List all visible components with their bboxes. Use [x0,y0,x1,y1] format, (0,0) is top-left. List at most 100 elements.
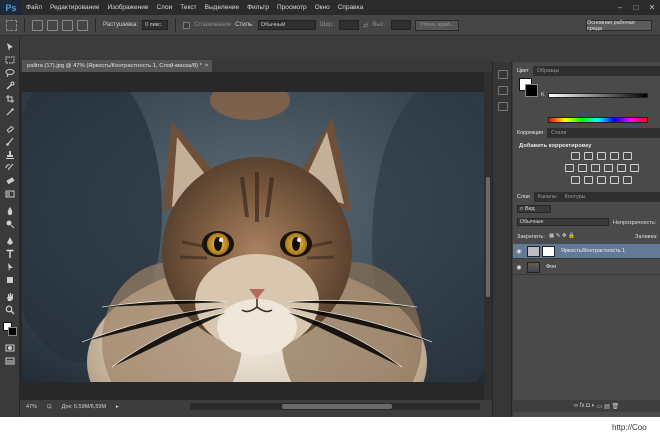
vertical-scrollbar[interactable] [484,72,492,400]
link-layers-icon[interactable]: ∞ [574,403,578,409]
layer-row[interactable]: ◉ Яркость/Контрастность 1 [513,244,660,259]
antialias-checkbox[interactable] [183,21,191,29]
clone-stamp-tool-icon[interactable] [3,149,17,161]
status-menu-arrow-icon[interactable]: ▸ [116,404,119,410]
color-spectrum-ramp[interactable] [548,117,648,123]
move-tool-icon[interactable] [3,41,17,53]
color-lookup-icon[interactable] [630,164,639,172]
horizontal-scrollbar[interactable] [190,403,480,410]
maximize-button[interactable]: □ [628,0,644,15]
tab-swatches[interactable]: Образцы [533,66,563,76]
menu-file[interactable]: Файл [22,4,46,11]
lock-icons[interactable]: ▦ ✎ ✥ 🔒 [549,233,575,239]
add-mask-icon[interactable]: ◘ [586,403,590,409]
zoom-tool-icon[interactable] [3,304,17,316]
layer-row[interactable]: ◉ Фон [513,260,660,275]
hue-saturation-icon[interactable] [565,164,574,172]
eraser-tool-icon[interactable] [3,175,17,187]
tab-adjustments[interactable]: Коррекция [513,128,548,138]
levels-icon[interactable] [584,152,593,160]
path-selection-tool-icon[interactable] [3,261,17,273]
width-input[interactable] [339,20,360,30]
document-tab[interactable]: palitra (17).jpg @ 47% (Яркость/Контраст… [22,60,212,72]
menu-edit[interactable]: Редактирование [46,4,104,11]
style-select[interactable]: Обычный [257,20,316,30]
feather-input[interactable]: 0 пикс. [142,20,169,30]
tab-layers[interactable]: Слои [513,192,534,202]
vertical-scroll-thumb[interactable] [486,177,490,297]
exposure-icon[interactable] [610,152,619,160]
type-tool-icon[interactable] [3,248,17,260]
tab-paths[interactable]: Контуры [561,192,590,202]
shape-tool-icon[interactable] [3,274,17,286]
tab-channels[interactable]: Каналы [534,192,561,202]
blend-mode-select[interactable]: Обычные [517,218,609,226]
pen-tool-icon[interactable] [3,235,17,247]
black-white-icon[interactable] [591,164,600,172]
layer-style-icon[interactable]: fx [580,403,585,409]
photo-filter-icon[interactable] [604,164,613,172]
tab-styles[interactable]: Стили [547,128,570,138]
black-channel-slider[interactable] [548,93,648,98]
visibility-eye-icon[interactable]: ◉ [513,244,525,259]
layer-filter-select[interactable]: ⌕ Вид [517,205,551,213]
properties-panel-icon[interactable] [498,86,508,95]
marquee-tool-icon[interactable] [3,54,17,66]
visibility-eye-icon[interactable]: ◉ [513,260,525,275]
new-group-icon[interactable]: ▭ [597,403,603,410]
blur-tool-icon[interactable] [3,205,17,217]
vibrance-icon[interactable] [623,152,632,160]
swap-icon[interactable]: ⇄ [363,22,368,29]
lasso-tool-icon[interactable] [3,67,17,79]
menu-layers[interactable]: Слои [152,4,176,11]
channel-mixer-icon[interactable] [617,164,626,172]
invert-icon[interactable] [571,176,580,184]
export-icon[interactable]: ⊡ [47,404,52,410]
add-selection-icon[interactable] [47,19,58,31]
minimize-button[interactable]: – [612,0,628,15]
workspace-select[interactable]: Основная рабочая среда [586,20,652,32]
tab-color[interactable]: Цвет [513,66,533,76]
crop-tool-icon[interactable] [3,93,17,105]
gradient-tool-icon[interactable] [3,188,17,200]
refine-edge-button[interactable]: Уточн. край... [415,19,460,31]
menu-view[interactable]: Просмотр [273,4,311,11]
posterize-icon[interactable] [584,176,593,184]
info-panel-icon[interactable] [498,102,508,111]
background-color-chip[interactable] [525,84,538,97]
quick-selection-tool-icon[interactable] [3,80,17,92]
canvas-area[interactable] [20,72,492,400]
intersect-selection-icon[interactable] [77,19,88,31]
threshold-icon[interactable] [597,176,606,184]
menu-help[interactable]: Справка [334,4,368,11]
menu-window[interactable]: Окно [311,4,334,11]
brightness-contrast-icon[interactable] [571,152,580,160]
hand-tool-icon[interactable] [3,291,17,303]
selective-color-icon[interactable] [623,176,632,184]
new-selection-icon[interactable] [32,19,43,31]
menu-type[interactable]: Текст [176,4,200,11]
marquee-preset-icon[interactable] [6,19,17,31]
menu-image[interactable]: Изображение [104,4,153,11]
screen-mode-icon[interactable] [3,355,17,367]
eyedropper-tool-icon[interactable] [3,106,17,118]
color-balance-icon[interactable] [578,164,587,172]
dodge-tool-icon[interactable] [3,218,17,230]
new-adjustment-icon[interactable]: ◐ [591,403,595,409]
history-brush-tool-icon[interactable] [3,162,17,174]
gradient-map-icon[interactable] [610,176,619,184]
background-color-swatch[interactable] [8,327,17,336]
delete-layer-icon[interactable]: 🗑 [612,403,620,410]
subtract-selection-icon[interactable] [62,19,73,31]
horizontal-scroll-thumb[interactable] [282,404,392,409]
curves-icon[interactable] [597,152,606,160]
menu-filter[interactable]: Фильтр [243,4,273,11]
brush-tool-icon[interactable] [3,136,17,148]
layer-name[interactable]: Яркость/Контрастность 1 [561,248,625,254]
close-tab-icon[interactable]: × [205,63,208,69]
healing-brush-tool-icon[interactable] [3,123,17,135]
quick-mask-icon[interactable] [3,342,17,354]
new-layer-icon[interactable]: ▤ [604,403,610,410]
height-input[interactable] [391,20,412,30]
layer-name[interactable]: Фон [546,264,556,270]
